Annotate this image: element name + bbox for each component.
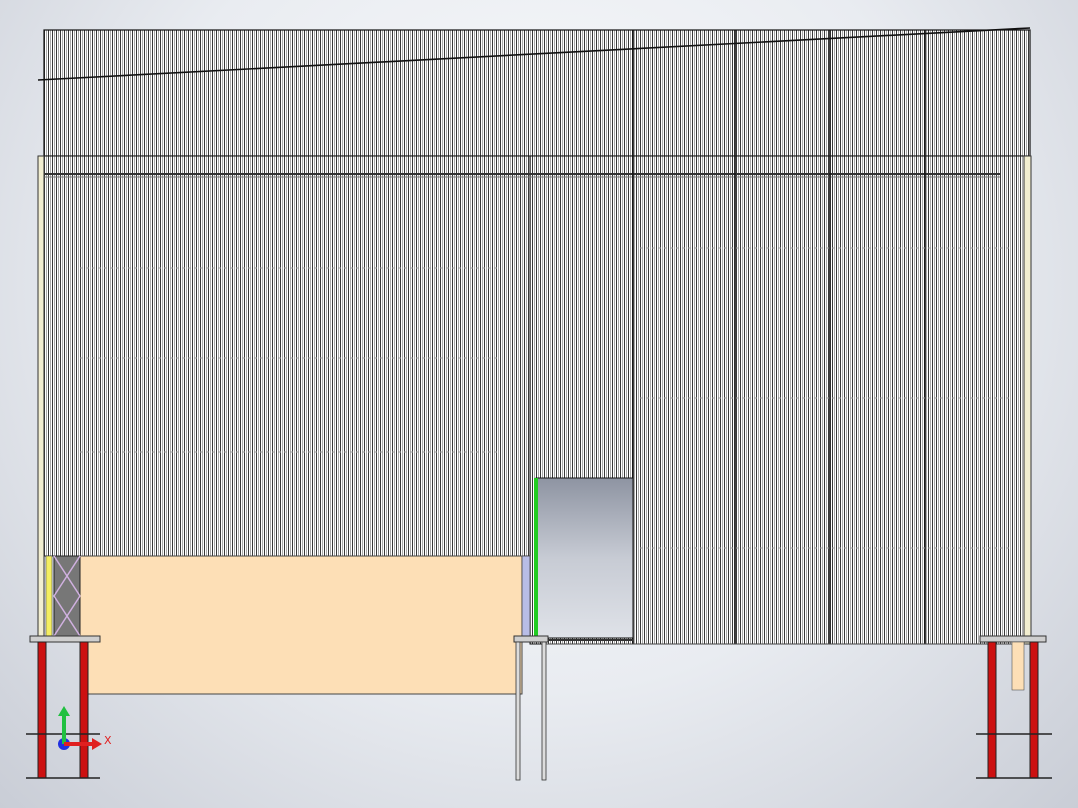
door-opening — [535, 477, 634, 639]
right-edge-post — [1023, 155, 1032, 645]
right-foundation — [976, 635, 1052, 779]
infill-wall — [79, 555, 523, 695]
bracing-bay — [53, 555, 81, 637]
upper-cladding-band — [43, 29, 1031, 157]
x-axis-arrow-icon — [92, 738, 102, 750]
y-axis-arrow-icon — [58, 706, 70, 716]
left-wall-cladding — [43, 155, 531, 557]
yellow-post — [45, 555, 53, 637]
infill-edge-strip — [521, 555, 531, 639]
cad-viewport[interactable]: X — [0, 0, 1078, 808]
door-frame-green — [534, 478, 538, 636]
left-edge-post — [37, 155, 45, 637]
x-axis-label: X — [104, 734, 112, 747]
center-foundation — [513, 635, 1026, 781]
